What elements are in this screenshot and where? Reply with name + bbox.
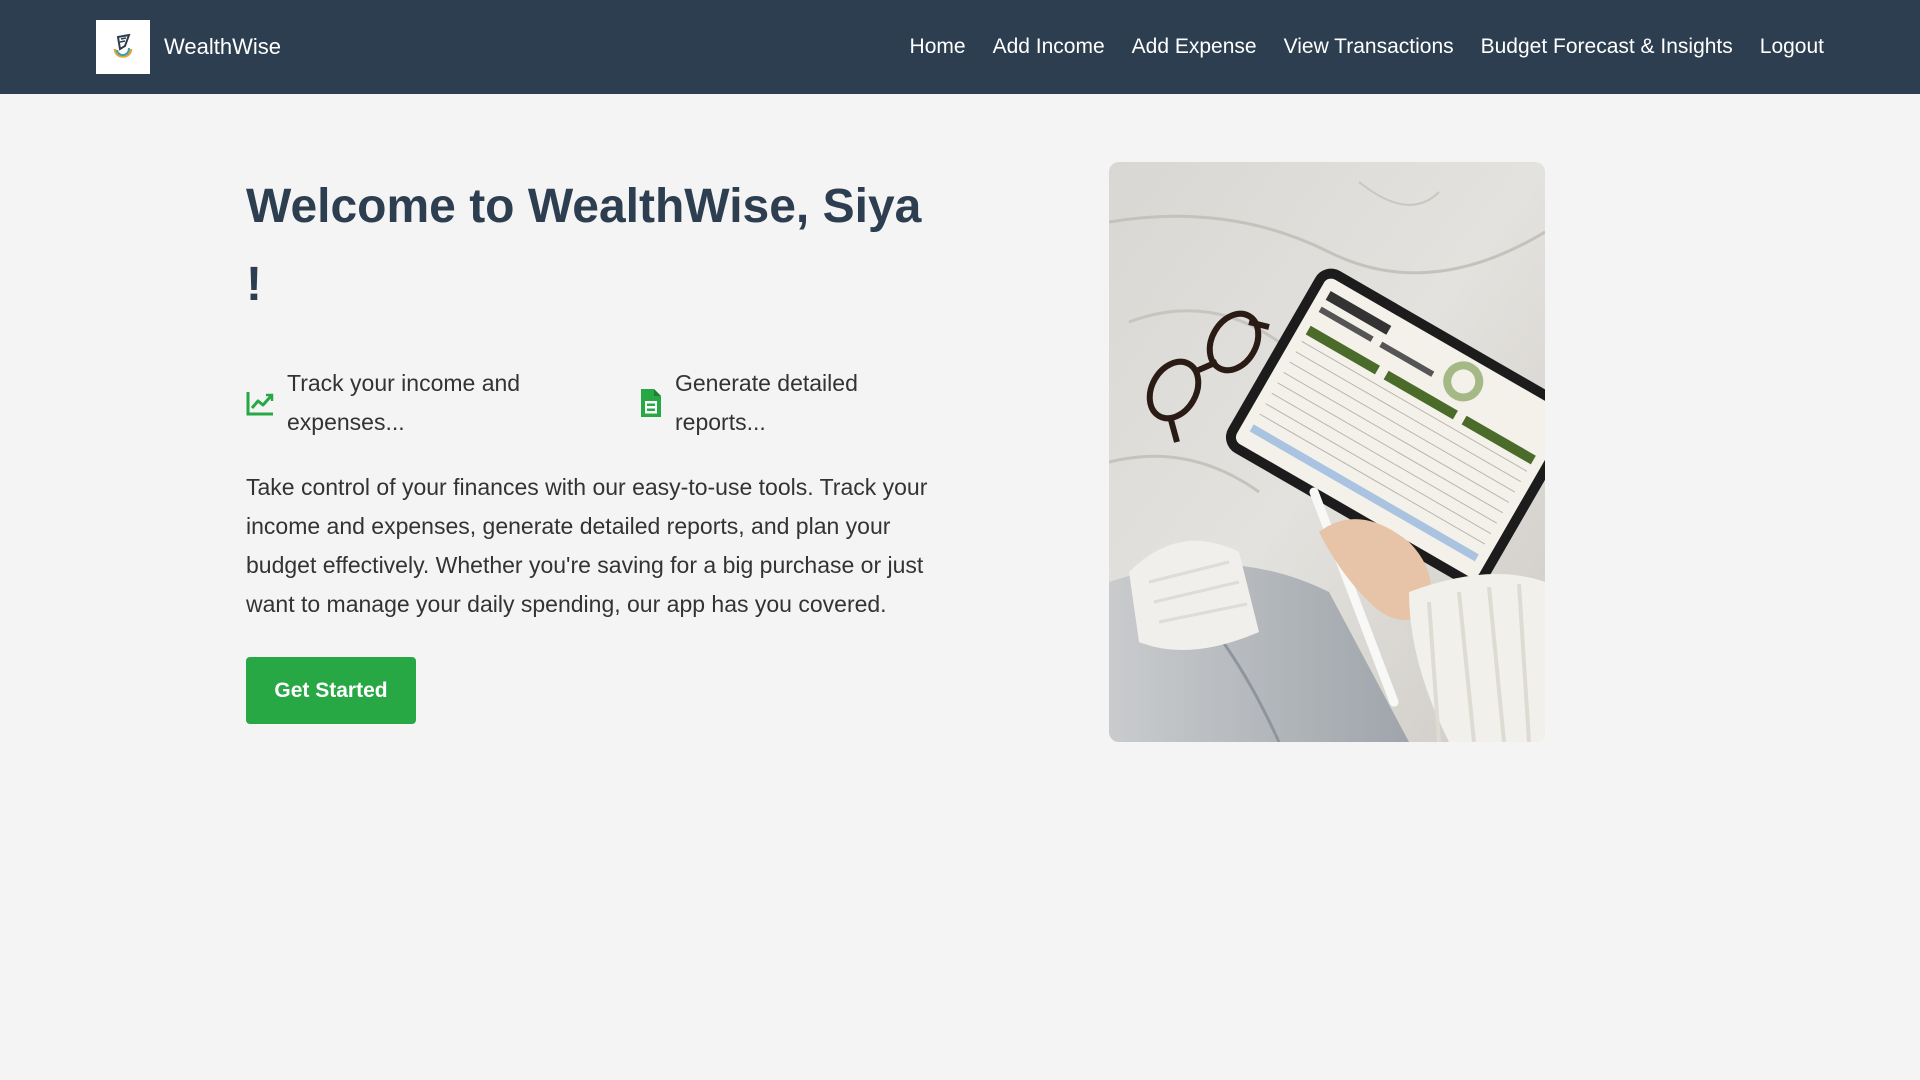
get-started-button[interactable]: Get Started (246, 657, 416, 724)
nav-view-transactions[interactable]: View Transactions (1284, 35, 1454, 59)
hero-image (1109, 162, 1545, 742)
feature-list: Track your income and expenses... Genera… (246, 364, 946, 442)
document-icon (640, 388, 662, 418)
feature-generate-reports: Generate detailed reports... (640, 364, 946, 442)
nav-logout[interactable]: Logout (1760, 35, 1824, 59)
welcome-title: Welcome to WealthWise, Siya ! (246, 180, 922, 311)
main-nav: Home Add Income Add Expense View Transac… (883, 0, 1824, 94)
nav-home[interactable]: Home (910, 35, 966, 59)
hero-content: Welcome to WealthWise, Siya ! Track your… (246, 168, 946, 724)
nav-add-expense[interactable]: Add Expense (1132, 35, 1257, 59)
line-chart-icon (246, 390, 274, 416)
nav-budget-forecast[interactable]: Budget Forecast & Insights (1481, 35, 1733, 59)
feature-reports-text: Generate detailed reports... (675, 370, 858, 435)
feature-track-text: Track your income and expenses... (287, 370, 521, 435)
hero-description: Take control of your finances with our e… (246, 474, 928, 617)
top-navbar: WealthWise Home Add Income Add Expense V… (0, 0, 1920, 94)
wealthwise-logo-icon (96, 20, 150, 74)
nav-add-income[interactable]: Add Income (993, 35, 1105, 59)
feature-track-income: Track your income and expenses... (246, 364, 640, 442)
brand-link[interactable]: WealthWise (96, 20, 281, 74)
brand-name: WealthWise (164, 34, 281, 59)
